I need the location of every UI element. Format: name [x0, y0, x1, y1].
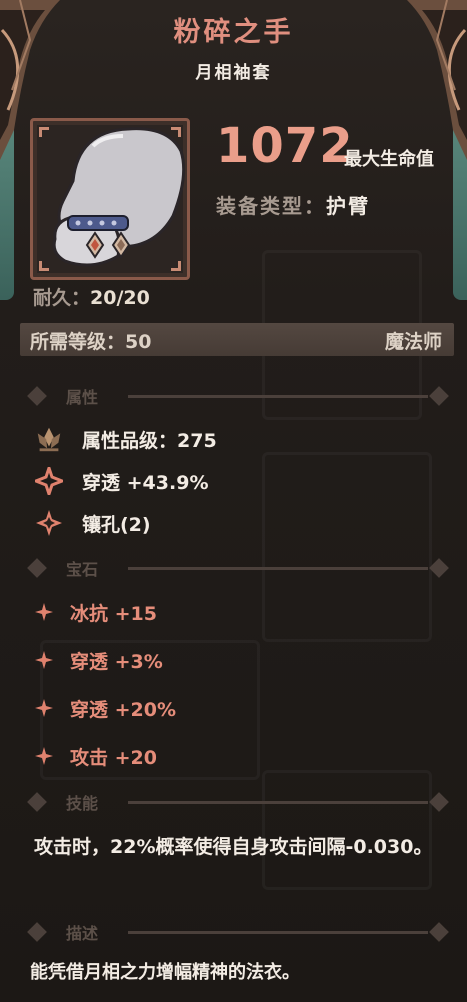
divider — [128, 931, 428, 934]
item-name: 粉碎之手 — [173, 17, 294, 48]
diamond-icon — [429, 792, 449, 812]
gem-value: +3% — [114, 650, 163, 673]
burst-icon — [34, 466, 64, 496]
attribute-label: 穿透 — [82, 471, 121, 494]
socket-icon — [34, 508, 64, 538]
durability: 耐久：20/20 — [33, 283, 150, 310]
item-tooltip-panel: 粉碎之手 月相袖套 1072 最大生命值 装备类型：护臂 耐久：20/20 所需… — [0, 0, 467, 1002]
section-header-skill: 技能 — [24, 790, 454, 814]
section-title: 属性 — [66, 388, 99, 407]
sparkle-icon — [34, 597, 54, 627]
sleeve-glove-icon — [52, 127, 186, 267]
equip-type-value: 护臂 — [326, 194, 370, 218]
background-slot-shape — [262, 452, 432, 642]
divider — [128, 395, 428, 398]
diamond-icon — [27, 386, 47, 406]
item-image-frame — [30, 118, 190, 280]
divider — [128, 801, 428, 804]
diamond-icon — [27, 558, 47, 578]
required-level: 所需等级：50 — [30, 327, 151, 354]
section-title: 技能 — [66, 794, 99, 813]
section-header-gems: 宝石 — [24, 556, 454, 580]
item-subtitle: 月相袖套 — [195, 63, 272, 83]
skill-text: 攻击时，22%概率使得自身攻击间隔-0.030。 — [34, 836, 433, 858]
diamond-icon — [429, 558, 449, 578]
requirement-bar: 所需等级：50 魔法师 — [20, 323, 454, 356]
required-level-label: 所需等级： — [30, 331, 126, 353]
gem-row: 攻击 +20 — [34, 741, 157, 771]
diamond-icon — [429, 922, 449, 942]
divider — [128, 567, 428, 570]
required-level-value: 50 — [125, 331, 152, 353]
equip-type-label: 装备类型： — [216, 194, 326, 218]
diamond-icon — [429, 386, 449, 406]
sparkle-icon — [34, 645, 54, 675]
gem-value: +15 — [114, 602, 158, 625]
durability-label: 耐久： — [33, 287, 91, 309]
equip-type: 装备类型：护臂 — [216, 190, 370, 219]
diamond-icon — [27, 792, 47, 812]
gem-value: +20% — [114, 698, 177, 721]
lotus-icon — [34, 424, 64, 454]
gem-label: 攻击 — [70, 746, 109, 769]
gem-value: +20 — [114, 746, 158, 769]
required-class: 魔法师 — [384, 331, 442, 353]
section-header-description: 描述 — [24, 920, 454, 944]
section-header-attributes: 属性 — [24, 384, 454, 408]
sparkle-icon — [34, 741, 54, 771]
attribute-row: 属性品级：275 — [34, 424, 217, 454]
diamond-icon — [27, 922, 47, 942]
attribute-label: 属性品级： — [82, 429, 178, 452]
section-title: 宝石 — [66, 560, 99, 579]
main-stat-name: 最大生命值 — [344, 149, 434, 170]
attribute-value: 275 — [177, 429, 217, 452]
section-title: 描述 — [66, 924, 99, 943]
gem-label: 穿透 — [70, 698, 109, 721]
gem-row: 冰抗 +15 — [34, 597, 157, 627]
durability-value: 20/20 — [90, 287, 150, 309]
attribute-value: +43.9% — [126, 471, 209, 494]
attribute-label: 镶孔(2) — [82, 513, 151, 536]
gem-row: 穿透 +20% — [34, 693, 176, 723]
gem-label: 冰抗 — [70, 602, 109, 625]
description-text: 能凭借月相之力增幅精神的法衣。 — [30, 962, 300, 983]
gem-label: 穿透 — [70, 650, 109, 673]
gem-row: 穿透 +3% — [34, 645, 163, 675]
attribute-row: 镶孔(2) — [34, 508, 151, 538]
sparkle-icon — [34, 693, 54, 723]
main-stat-value: 1072 — [216, 118, 354, 174]
attribute-row: 穿透 +43.9% — [34, 466, 208, 496]
